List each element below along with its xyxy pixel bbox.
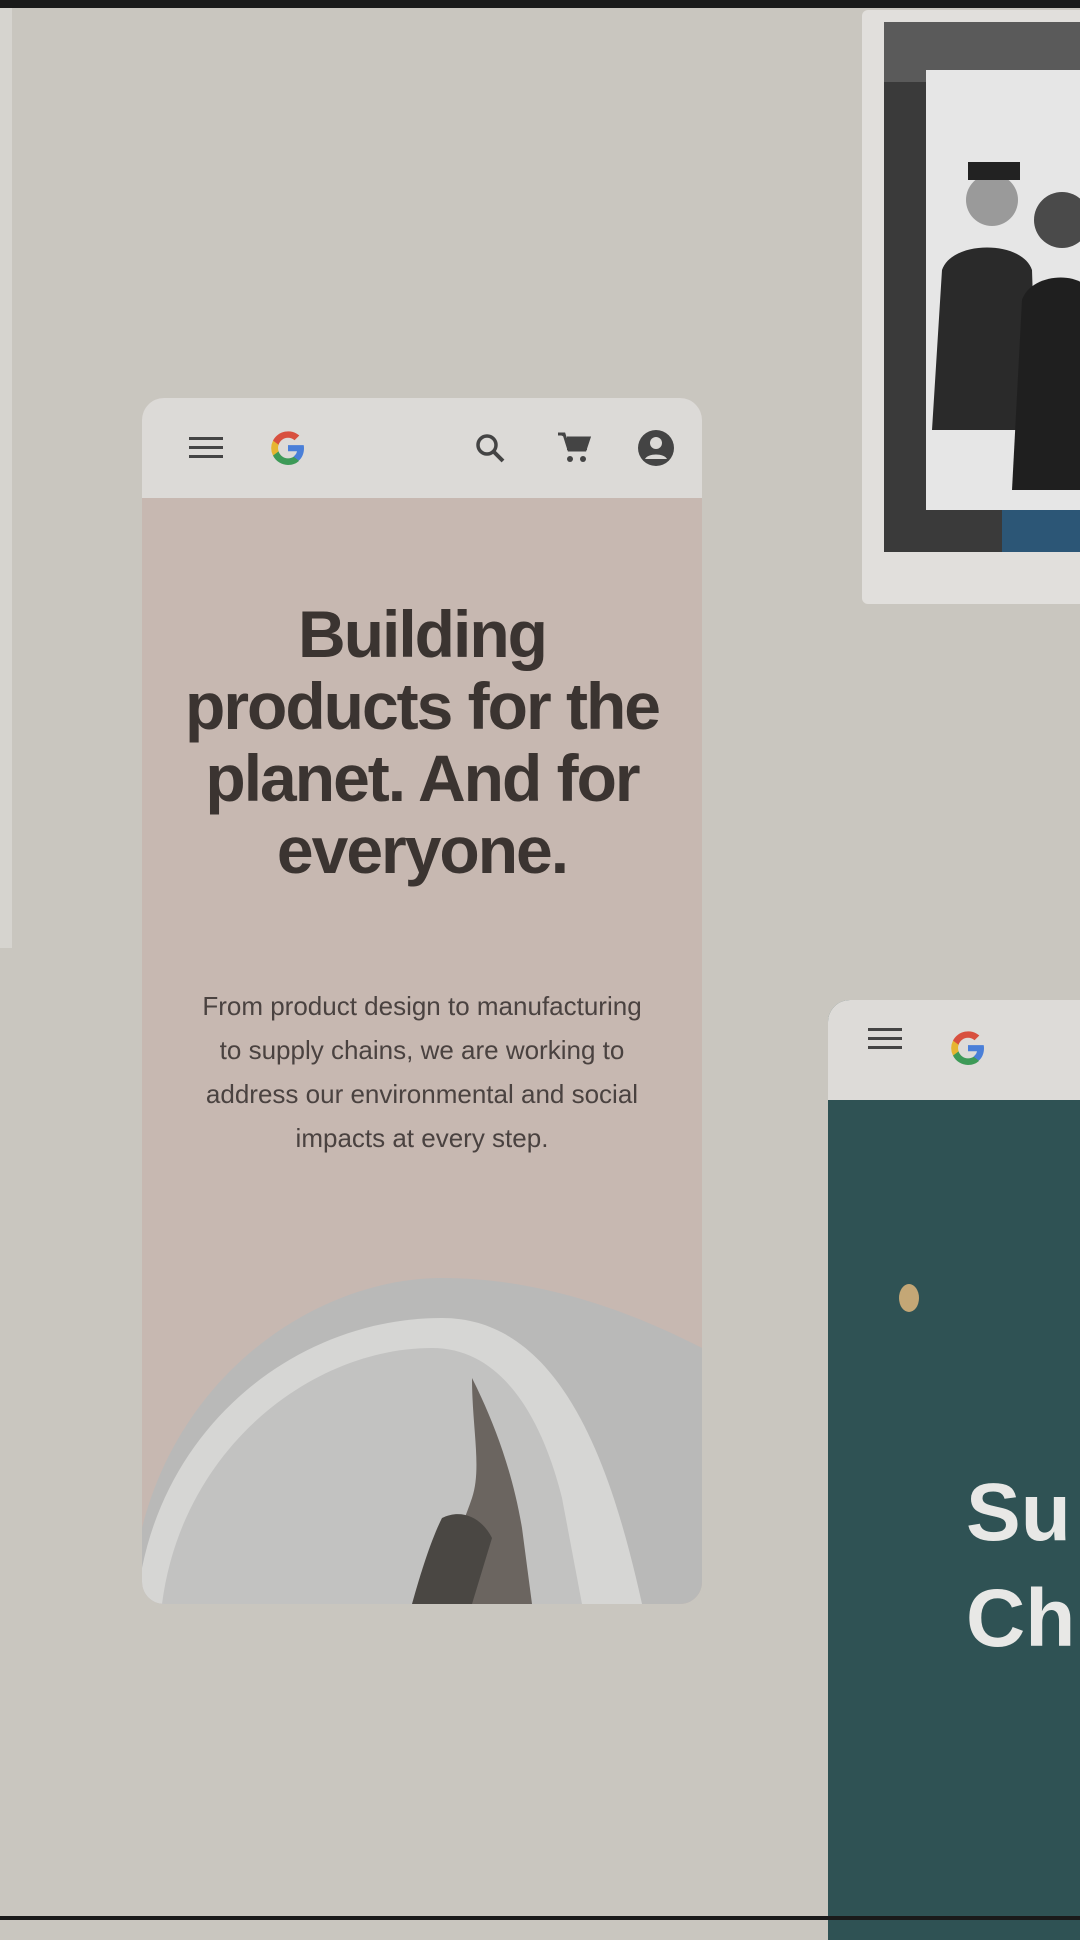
bottom-frame-bar [0,1916,1080,1920]
phone-mockup-secondary: Su Ch [828,1000,1080,1940]
search-icon[interactable] [466,424,514,472]
account-icon[interactable] [632,424,680,472]
menu-icon[interactable] [868,1026,902,1057]
top-frame-bar [0,0,1080,8]
secondary-title-line1: Su [966,1467,1071,1558]
hero-headline: Building products for the planet. And fo… [185,597,661,887]
secondary-title: Su Ch [966,1460,1075,1672]
nav-bar-secondary [828,1000,1080,1100]
nav-bar [142,398,702,498]
phone-mockup-main: Building products for the planet. And fo… [142,398,702,1604]
people-photo [884,22,1080,552]
decorative-dot-icon [899,1284,919,1312]
left-partial-card [0,8,12,948]
google-logo[interactable] [946,1026,990,1075]
secondary-title-line2: Ch [966,1573,1076,1664]
photo-card [862,10,1080,604]
hero-image [142,1268,702,1604]
google-logo[interactable] [264,424,312,472]
menu-icon[interactable] [182,424,230,472]
hero-section: Building products for the planet. And fo… [142,498,702,1604]
cart-icon[interactable] [550,424,598,472]
hero-subtext: From product design to manufacturing to … [202,991,642,1153]
